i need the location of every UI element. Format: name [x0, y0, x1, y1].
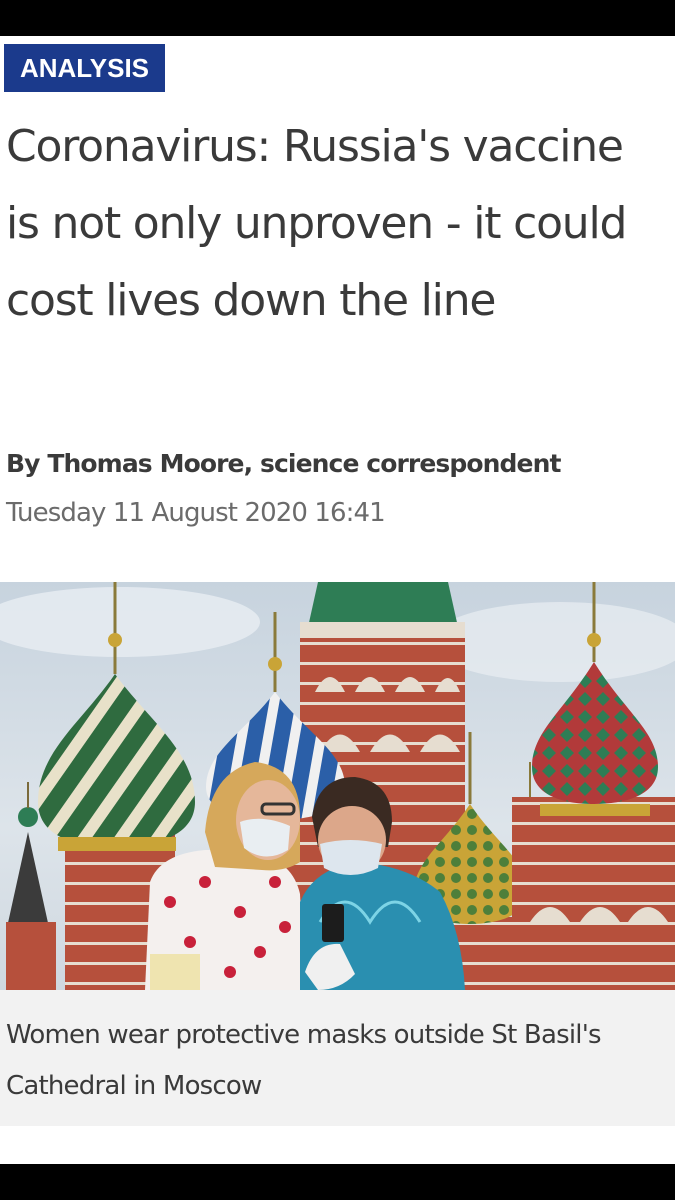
article-date: Tuesday 11 August 2020 16:41: [6, 498, 386, 528]
category-label: ANALYSIS: [19, 52, 150, 83]
cathedral-photo-image: [0, 582, 675, 990]
article-photo[interactable]: [0, 582, 675, 990]
top-black-bar: [0, 0, 675, 36]
article-byline[interactable]: By Thomas Moore, science correspondent: [6, 449, 666, 478]
photo-caption: Women wear protective masks outside St B…: [6, 1020, 602, 1101]
category-badge[interactable]: ANALYSIS: [4, 44, 165, 92]
bottom-black-bar: [0, 1164, 675, 1200]
article-container: ANALYSIS Coronavirus: Russia's vaccine i…: [0, 36, 675, 1164]
caption-box: Women wear protective masks outside St B…: [0, 990, 675, 1126]
article-headline: Coronavirus: Russia's vaccine is not onl…: [6, 121, 627, 326]
